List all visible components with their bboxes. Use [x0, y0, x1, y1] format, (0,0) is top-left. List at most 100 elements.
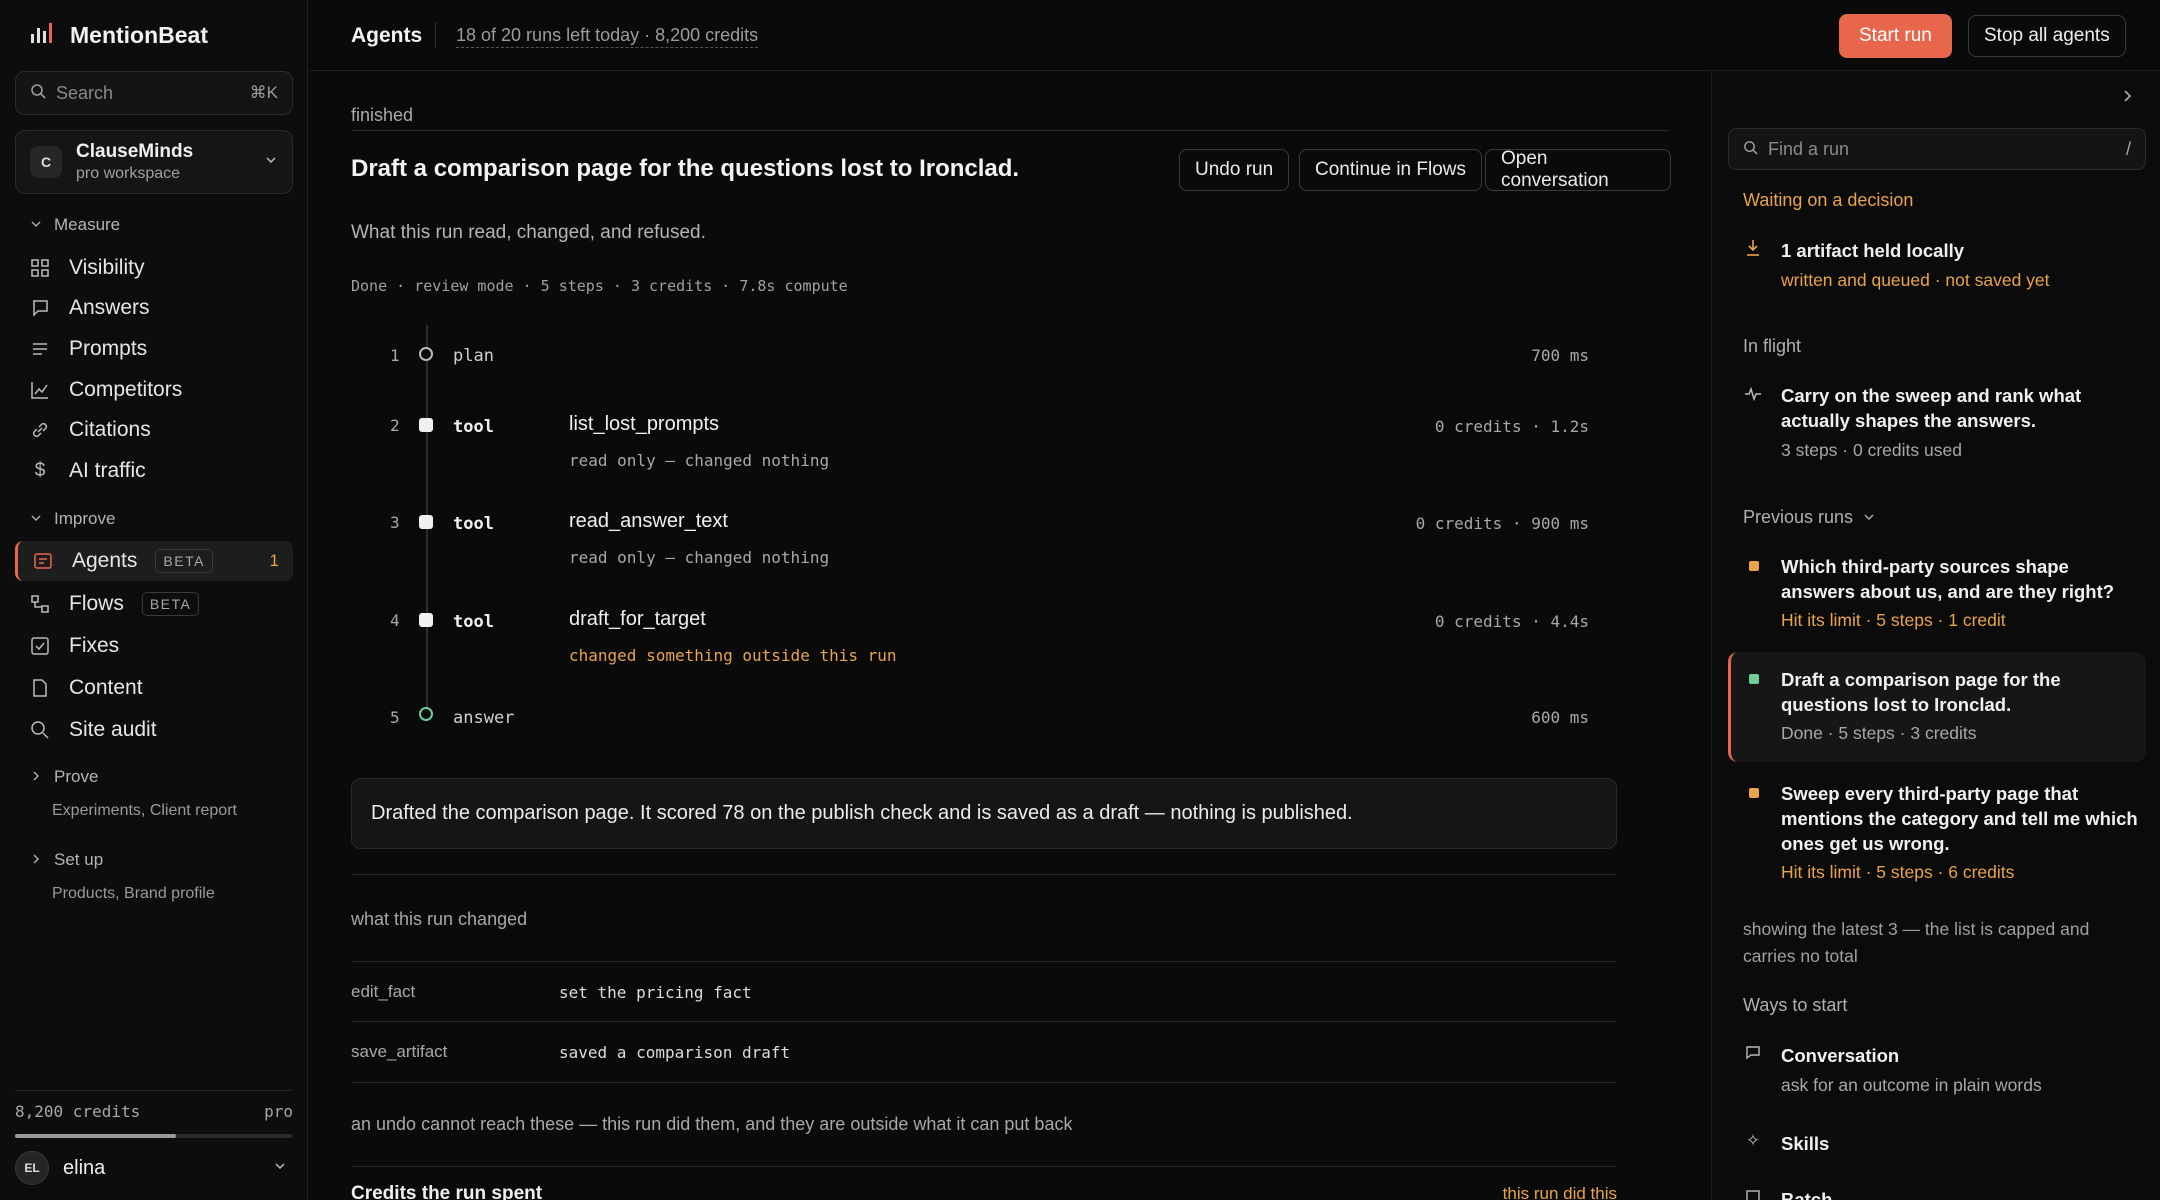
- sidebar-item-label: Citations: [69, 418, 151, 441]
- status-dot: [1749, 674, 1759, 684]
- change-value: set the pricing fact: [559, 983, 752, 1002]
- sidebar-item-label: Answers: [69, 296, 150, 319]
- way-title: Skills: [1781, 1133, 1830, 1154]
- chevron-right-icon[interactable]: [2120, 86, 2134, 109]
- run-title: Sweep every third-party page that mentio…: [1781, 783, 2138, 854]
- step-meta: 0 credits · 900 ms: [1415, 514, 1589, 533]
- waiting-sub: written and queued · not saved yet: [1781, 270, 2050, 290]
- previous-runs-toggle[interactable]: Previous runs: [1743, 507, 1875, 528]
- sidebar-item-prompts[interactable]: Prompts: [15, 329, 293, 369]
- beta-badge: BETA: [155, 549, 213, 573]
- chevron-down-icon: [30, 215, 42, 235]
- divider: [351, 1021, 1617, 1022]
- group-measure[interactable]: Measure: [30, 215, 120, 235]
- sidebar-item-answers[interactable]: Answers: [15, 288, 293, 328]
- step-meta: 0 credits · 1.2s: [1434, 417, 1589, 436]
- waiting-title: 1 artifact held locally: [1781, 240, 1965, 261]
- sidebar-item-flows[interactable]: Flows BETA: [15, 584, 293, 624]
- open-conversation-button[interactable]: Open conversation: [1485, 148, 1671, 191]
- step-square-icon: [419, 418, 433, 432]
- change-value: saved a comparison draft: [559, 1043, 791, 1062]
- download-icon: [1743, 239, 1763, 262]
- sidebar: MentionBeat Search ⌘K C ClauseMinds pro …: [0, 0, 308, 1200]
- group-improve[interactable]: Improve: [30, 509, 115, 529]
- runs-panel: Find a run / Waiting on a decision 1 art…: [1711, 71, 2160, 1200]
- chevron-right-icon: [30, 850, 42, 870]
- group-prove-label: Prove: [54, 767, 99, 786]
- runs-cap-note: showing the latest 3 — the list is cappe…: [1743, 919, 2090, 966]
- page-title: Agents: [351, 24, 423, 47]
- credits-label: 8,200 credits: [15, 1102, 141, 1121]
- sidebar-item-fixes[interactable]: Fixes: [15, 626, 293, 666]
- step-number: 4: [390, 611, 400, 630]
- start-run-button[interactable]: Start run: [1839, 14, 1952, 58]
- workspace-switcher[interactable]: C ClauseMinds pro workspace: [15, 130, 293, 194]
- line-chart-icon: [29, 379, 51, 401]
- undo-note: an undo cannot reach these — this run di…: [351, 1114, 1073, 1134]
- run-title: Draft a comparison page for the question…: [351, 155, 1020, 182]
- bar-chart-logo-icon: [30, 22, 54, 49]
- divider: [15, 1090, 293, 1091]
- document-icon: [29, 677, 51, 699]
- sidebar-item-competitors[interactable]: Competitors: [15, 370, 293, 410]
- sparkle-icon: ✧: [1745, 1131, 1761, 1150]
- run-title: Draft a comparison page for the question…: [1781, 669, 2061, 715]
- step-name: list_lost_prompts: [569, 413, 720, 435]
- batch-icon: [1743, 1189, 1763, 1200]
- group-measure-label: Measure: [54, 215, 121, 234]
- divider: [435, 22, 436, 48]
- continue-in-flows-button[interactable]: Continue in Flows: [1299, 149, 1483, 191]
- chevron-down-icon: [264, 153, 278, 172]
- group-setup[interactable]: Set up: [30, 850, 103, 870]
- run-sub: Hit its limit · 5 steps · 6 credits: [1781, 862, 2015, 882]
- brand-name: MentionBeat: [70, 22, 208, 48]
- step-meta: 600 ms: [1531, 708, 1589, 727]
- workspace-avatar: C: [30, 146, 62, 178]
- sidebar-item-label: Visibility: [69, 256, 145, 279]
- stop-all-agents-button[interactable]: Stop all agents: [1968, 15, 2126, 57]
- search-shortcut: ⌘K: [249, 83, 278, 102]
- sidebar-item-ai-traffic[interactable]: $ AI traffic: [15, 451, 293, 491]
- topbar: Agents 18 of 20 runs left today · 8,200 …: [309, 0, 2160, 71]
- step-meta: 700 ms: [1531, 346, 1589, 365]
- way-sub: ask for an outcome in plain words: [1781, 1075, 2042, 1095]
- divider: [351, 961, 1617, 962]
- sidebar-item-visibility[interactable]: Visibility: [15, 248, 293, 288]
- inflight-heading: In flight: [1743, 336, 1802, 356]
- brand[interactable]: MentionBeat: [30, 22, 208, 49]
- sidebar-item-citations[interactable]: Citations: [15, 410, 293, 450]
- step-name: read_answer_text: [569, 510, 728, 532]
- step-kind: tool: [453, 514, 494, 534]
- sidebar-search[interactable]: Search ⌘K: [15, 71, 293, 115]
- credits-side-note: this run did this: [1502, 1184, 1617, 1200]
- sidebar-item-agents[interactable]: Agents BETA 1: [15, 541, 293, 581]
- changes-heading: what this run changed: [351, 909, 528, 929]
- group-prove[interactable]: Prove: [30, 767, 98, 787]
- inflight-title: Carry on the sweep and rank what actuall…: [1781, 385, 2082, 431]
- previous-runs-heading: Previous runs: [1743, 507, 1854, 527]
- setup-links[interactable]: Products, Brand profile: [52, 885, 215, 903]
- prove-links[interactable]: Experiments, Client report: [52, 802, 237, 820]
- activity-icon: [1743, 386, 1763, 406]
- find-run-input[interactable]: Find a run /: [1728, 128, 2146, 170]
- sidebar-item-label: Flows: [69, 592, 124, 615]
- avatar: EL: [15, 1151, 49, 1185]
- group-setup-label: Set up: [54, 850, 104, 869]
- sidebar-item-label: Agents: [72, 549, 138, 572]
- run-title: Which third-party sources shape answers …: [1781, 556, 2115, 602]
- ways-heading: Ways to start: [1743, 995, 1848, 1015]
- sidebar-item-label: Competitors: [69, 378, 183, 401]
- sidebar-item-label: AI traffic: [69, 459, 146, 482]
- way-title: Batch: [1781, 1189, 1833, 1200]
- step-kind: tool: [453, 612, 494, 632]
- sidebar-item-content[interactable]: Content: [15, 668, 293, 708]
- agents-count-badge: 1: [269, 551, 279, 570]
- undo-run-button[interactable]: Undo run: [1179, 149, 1290, 191]
- lines-icon: [29, 338, 51, 360]
- user-menu[interactable]: EL elina: [15, 1150, 293, 1186]
- search-icon: [30, 83, 46, 104]
- step-name: draft_for_target: [569, 608, 706, 630]
- run-sub: Done · 5 steps · 3 credits: [1781, 723, 1977, 743]
- workspace-plan: pro workspace: [76, 165, 181, 182]
- sidebar-item-site-audit[interactable]: Site audit: [15, 710, 293, 750]
